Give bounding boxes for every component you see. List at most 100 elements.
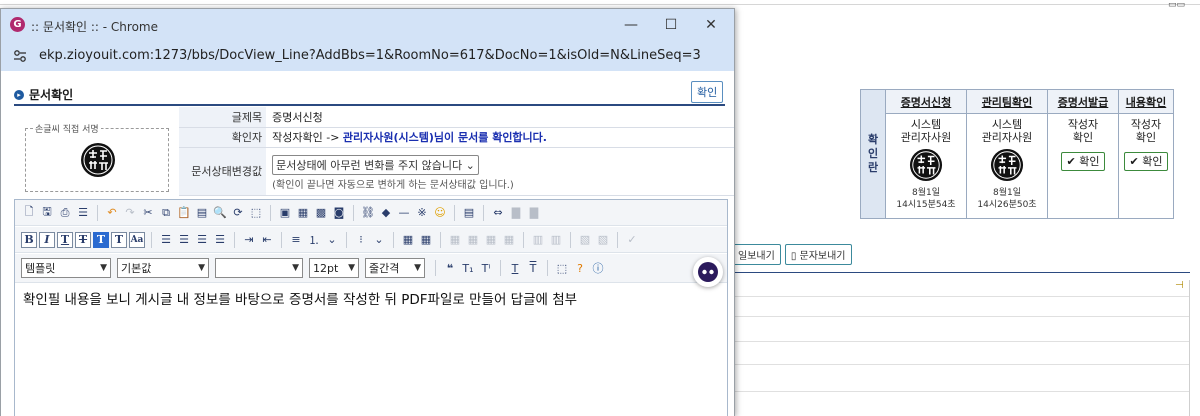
- confirm-button[interactable]: 확인: [691, 81, 724, 103]
- unordered-list-icon[interactable]: ⁝: [353, 232, 369, 248]
- url-text[interactable]: ekp.zioyouit.com:1273/bbs/DocView_Line?A…: [39, 48, 701, 63]
- table-edit-icon[interactable]: ▦: [418, 232, 434, 248]
- minimize-button[interactable]: —: [620, 15, 642, 35]
- approval-cell-2: 시스템 관리자사원 8월1일 14시26분50초: [966, 113, 1048, 219]
- table-insert-row-icon[interactable]: ▦: [447, 232, 463, 248]
- image-icon[interactable]: ▩: [313, 205, 329, 221]
- chevron-down-icon: ⌄: [465, 158, 475, 172]
- approval-confirm-button[interactable]: ✔ 확인: [1123, 152, 1169, 171]
- background-color-icon[interactable]: T: [111, 231, 127, 248]
- title-bar[interactable]: G :: 문서확인 :: - Chrome — ☐ ✕: [1, 9, 734, 41]
- layer-icon[interactable]: ▇: [508, 205, 524, 221]
- layer-copy-icon[interactable]: ▇: [526, 205, 542, 221]
- list-dropdown-icon[interactable]: ⌄: [324, 232, 340, 248]
- italic-icon[interactable]: I: [39, 231, 55, 248]
- template-icon[interactable]: ▤: [461, 205, 477, 221]
- font-size-select[interactable]: 12pt ▼: [309, 258, 359, 278]
- table-split-icon[interactable]: ▥: [548, 232, 564, 248]
- approval-header-2[interactable]: 관리팀확인: [966, 89, 1048, 114]
- cut-icon[interactable]: ✂: [140, 205, 156, 221]
- align-justify-icon[interactable]: ☰: [212, 232, 228, 248]
- quote-icon[interactable]: ❝: [442, 260, 458, 276]
- source-view-icon[interactable]: ⬚: [554, 260, 570, 276]
- bookmark-icon[interactable]: ◆: [378, 205, 394, 221]
- insert-table-icon[interactable]: ▦: [400, 232, 416, 248]
- pin-icon[interactable]: ⊣: [1175, 280, 1184, 291]
- approval-cell-1: 시스템 관리자사원 8월1일 14시15분54초: [885, 113, 967, 219]
- info-icon[interactable]: ⓘ: [590, 260, 606, 276]
- font-color-icon[interactable]: T: [93, 231, 109, 248]
- cell-props-icon[interactable]: ▧: [577, 232, 593, 248]
- table-delete-row-icon[interactable]: ▦: [483, 232, 499, 248]
- strikethrough-icon[interactable]: T: [75, 231, 91, 248]
- horizontal-rule-icon[interactable]: —: [396, 205, 412, 221]
- signature-box[interactable]: 손글씨 직접 서명: [25, 122, 169, 192]
- font-family-select[interactable]: 기본값 ▼: [117, 258, 209, 278]
- indent-icon[interactable]: ⇥: [241, 232, 257, 248]
- special-char-icon[interactable]: ※: [414, 205, 430, 221]
- align-center-icon[interactable]: ☰: [176, 232, 192, 248]
- emoticon-icon[interactable]: ☺: [432, 205, 448, 221]
- redo-icon[interactable]: ↷: [122, 205, 138, 221]
- table-merge-icon[interactable]: ▥: [530, 232, 546, 248]
- bullet-dropdown-icon[interactable]: ⌄: [371, 232, 387, 248]
- fullscreen-icon[interactable]: ▣: [277, 205, 293, 221]
- line-height-select[interactable]: 줄간격 ▼: [365, 258, 425, 278]
- expand-icon[interactable]: ⇔: [490, 205, 506, 221]
- text-overline-icon[interactable]: T: [525, 260, 541, 276]
- status-select[interactable]: 문서상태에 아무런 변화를 주지 않습니다 ⌄: [272, 154, 479, 175]
- clear-format-icon[interactable]: Aa: [129, 231, 145, 248]
- outdent-icon[interactable]: ⇤: [259, 232, 275, 248]
- send-button[interactable]: 일보내기: [732, 244, 781, 265]
- bold-icon[interactable]: B: [21, 231, 37, 248]
- find-icon[interactable]: 🔍: [212, 205, 228, 221]
- paste-icon[interactable]: 📋: [176, 205, 192, 221]
- paste-text-icon[interactable]: ▤: [194, 205, 210, 221]
- background-row-divider: [730, 296, 1190, 297]
- superscript-icon[interactable]: Tⁱ: [478, 260, 494, 276]
- table-delete-col-icon[interactable]: ▦: [501, 232, 517, 248]
- approval-header-3[interactable]: 증명서발급: [1047, 89, 1119, 114]
- template-select[interactable]: 템플릿 ▼: [21, 258, 111, 278]
- assistant-icon[interactable]: [693, 257, 723, 287]
- table-insert-col-icon[interactable]: ▦: [465, 232, 481, 248]
- new-document-icon[interactable]: 🗋: [21, 205, 37, 221]
- replace-icon[interactable]: ⟳: [230, 205, 246, 221]
- print-preview-icon[interactable]: ☰: [75, 205, 91, 221]
- cell-color-icon[interactable]: ▧: [595, 232, 611, 248]
- approval-header-1[interactable]: 증명서신청: [885, 89, 967, 114]
- spellcheck-icon[interactable]: ✓: [624, 232, 640, 248]
- approval-header-4[interactable]: 내용확인: [1118, 89, 1174, 114]
- align-left-icon[interactable]: ☰: [158, 232, 174, 248]
- status-label: 문서상태변경값: [179, 147, 267, 196]
- approval-confirm-button[interactable]: ✔ 확인: [1060, 152, 1106, 171]
- underline-icon[interactable]: T: [57, 231, 73, 248]
- media-icon[interactable]: ◙: [331, 205, 347, 221]
- link-icon[interactable]: ⛓: [360, 205, 376, 221]
- check-icon: ✔: [1129, 155, 1139, 168]
- window-title: :: 문서확인 :: - Chrome: [31, 20, 158, 34]
- line-spacing-icon[interactable]: ≡: [288, 232, 304, 248]
- help-icon[interactable]: ?: [572, 260, 588, 276]
- background-row-divider: [730, 316, 1190, 317]
- maximize-button[interactable]: ☐: [660, 15, 682, 35]
- table-icon[interactable]: ▦: [295, 205, 311, 221]
- ordered-list-icon[interactable]: ⒈: [306, 232, 322, 248]
- undo-icon[interactable]: ↶: [104, 205, 120, 221]
- confirmer-value: 작성자확인 -> 관리자사원(시스템)님이 문서를 확인합니다.: [266, 127, 734, 148]
- print-icon[interactable]: ⎙: [57, 205, 73, 221]
- send-sms-button[interactable]: ▯ 문자보내기: [784, 244, 852, 265]
- site-info-icon[interactable]: [12, 48, 28, 64]
- heading-divider: [14, 104, 725, 106]
- background-section-divider: [730, 272, 1190, 273]
- select-all-icon[interactable]: ⬚: [248, 205, 264, 221]
- text-underline-icon[interactable]: T: [507, 260, 523, 276]
- subscript-icon[interactable]: T₁: [460, 260, 476, 276]
- editor-body[interactable]: 확인필 내용을 보니 게시글 내 정보를 바탕으로 증명서를 작성한 뒤 PDF…: [15, 284, 727, 416]
- font-style-select[interactable]: ▼: [215, 258, 303, 278]
- close-button[interactable]: ✕: [700, 15, 722, 35]
- save-icon[interactable]: 🖫: [39, 205, 55, 221]
- align-right-icon[interactable]: ☰: [194, 232, 210, 248]
- copy-icon[interactable]: ⧉: [158, 205, 174, 221]
- editor-toolbar-1: 🗋 🖫 ⎙ ☰ ↶ ↷ ✂ ⧉ 📋 ▤ 🔍 ⟳ ⬚ ▣ ▦ ▩ ◙ ⛓ ◆ — …: [15, 200, 727, 226]
